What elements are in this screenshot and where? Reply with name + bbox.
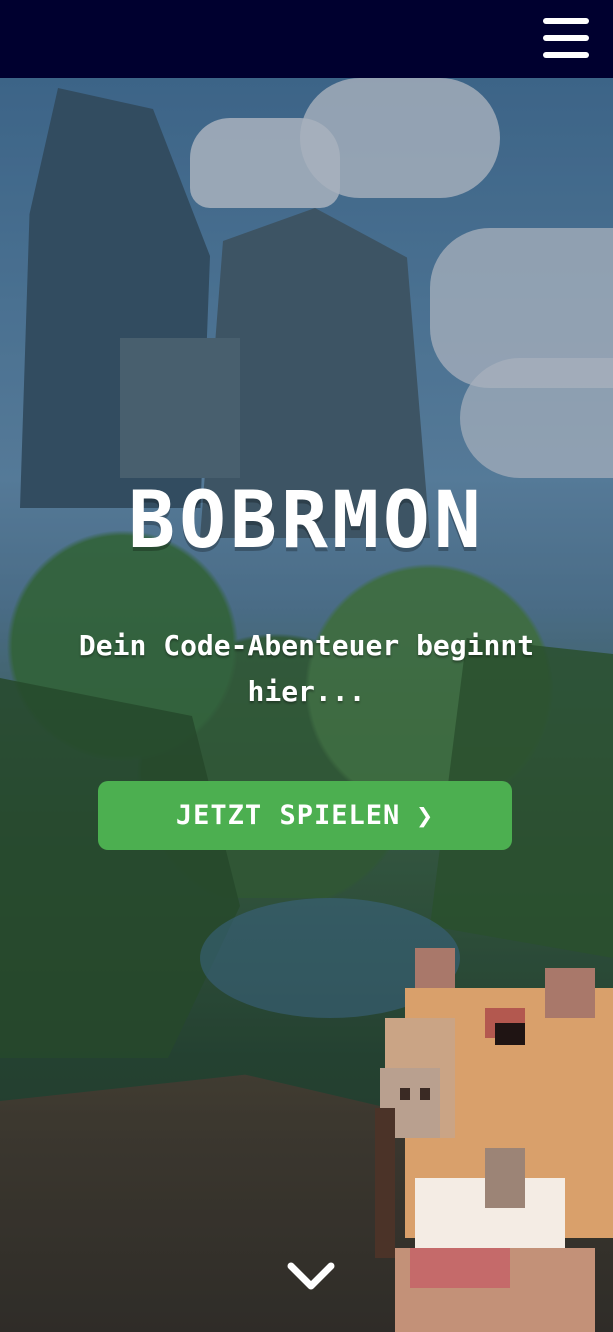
hero-subtitle: Dein Code-Abenteuer beginnt hier... <box>78 629 535 708</box>
play-now-label: JETZT SPIELEN <box>175 800 401 831</box>
top-bar <box>0 0 613 78</box>
hamburger-menu-icon[interactable] <box>543 18 589 58</box>
page-title: BOBRMON <box>128 476 485 566</box>
chevron-down-icon[interactable] <box>285 1258 337 1298</box>
chevron-right-icon: ❯ <box>416 799 435 832</box>
capybara-mascot-image <box>375 948 613 1332</box>
play-now-button[interactable]: JETZT SPIELEN ❯ <box>98 781 512 850</box>
hero-section: BOBRMON Dein Code-Abenteuer beginnt hier… <box>0 78 613 1332</box>
